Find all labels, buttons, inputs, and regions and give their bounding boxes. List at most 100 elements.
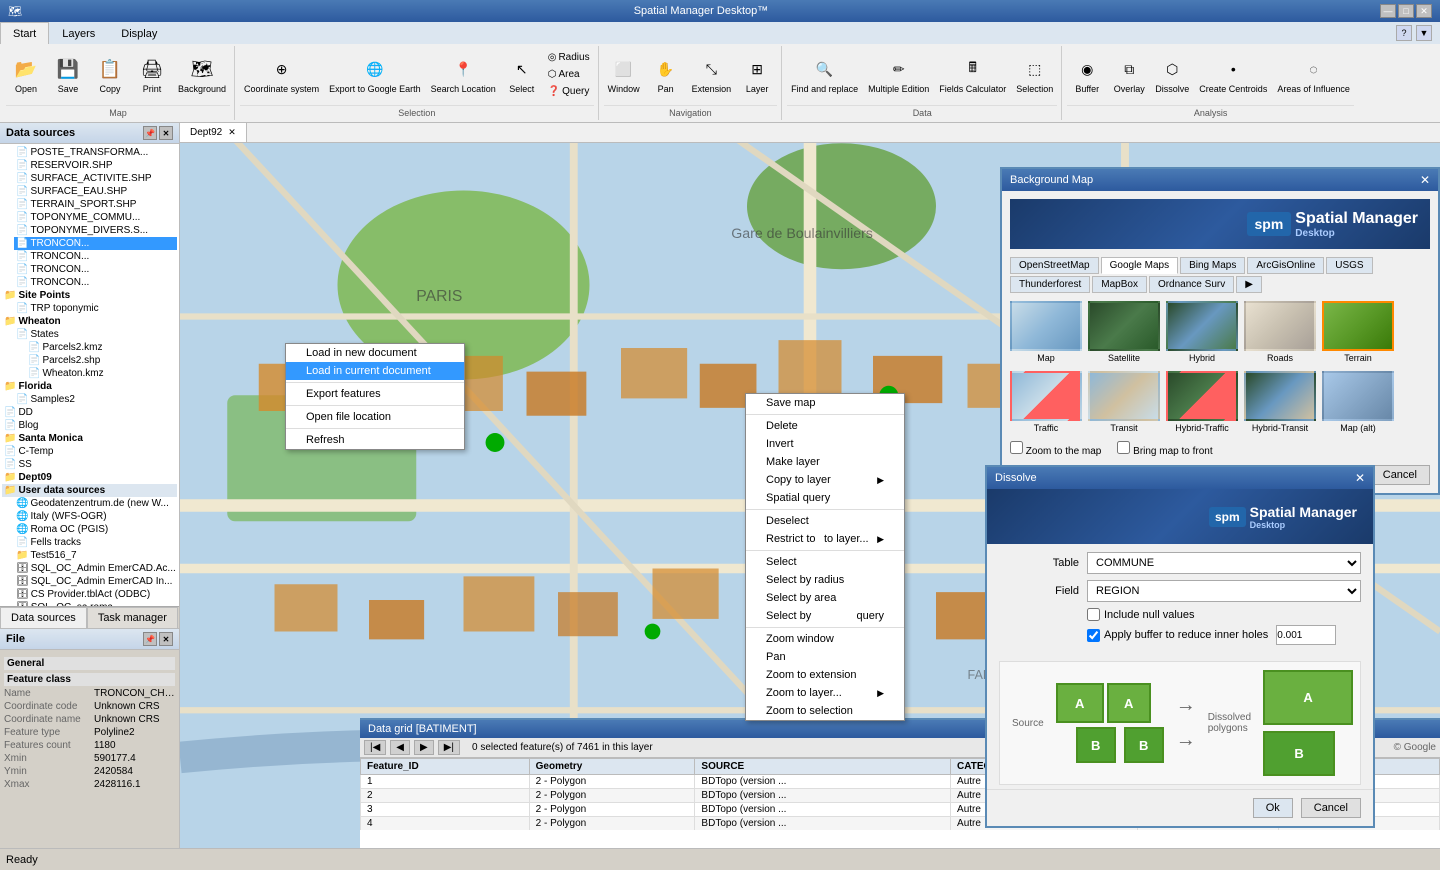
tree-item-surface-eau[interactable]: 📄 SURFACE_EAU.SHP: [14, 185, 177, 198]
tree-item-fells[interactable]: 📄 Fells tracks: [14, 536, 177, 549]
ctx2-zoom-sel[interactable]: Zoom to selection: [746, 702, 904, 720]
apply-buffer-check[interactable]: [1087, 629, 1100, 642]
provider-arcgis[interactable]: ArcGisOnline: [1247, 257, 1324, 274]
coord-sys-button[interactable]: ⊕Coordinate system: [240, 50, 323, 98]
pan-button[interactable]: ✋Pan: [646, 50, 686, 98]
dissolve-cancel[interactable]: Cancel: [1301, 798, 1361, 818]
table-select[interactable]: COMMUNE: [1087, 552, 1361, 574]
thumb-satellite[interactable]: Satellite: [1088, 301, 1160, 363]
tree-item-wheaton[interactable]: 📁 Wheaton: [2, 315, 177, 328]
bg-map-close[interactable]: ✕: [1420, 173, 1430, 187]
query-button[interactable]: ❓ Query: [544, 84, 594, 99]
tree-item-user-data[interactable]: 📁 User data sources: [2, 484, 177, 497]
close-btn[interactable]: ✕: [1416, 4, 1432, 18]
thumb-hybrid[interactable]: Hybrid: [1166, 301, 1238, 363]
include-null-check[interactable]: [1087, 608, 1100, 621]
tree-item-troncon4[interactable]: 📄 TRONCON...: [14, 276, 177, 289]
dissolve-ok[interactable]: Ok: [1253, 798, 1293, 818]
area-button[interactable]: ⬡ Area: [544, 67, 594, 82]
ctx-export[interactable]: Export features: [286, 385, 464, 403]
ctx2-select-query[interactable]: Select by query: [746, 607, 904, 625]
extension-button[interactable]: ⤡Extension: [688, 50, 736, 98]
ctx2-select-radius[interactable]: Select by radius: [746, 571, 904, 589]
thumb-map[interactable]: Map: [1010, 301, 1082, 363]
ctx2-restrict[interactable]: Restrict to to layer... ▶: [746, 530, 904, 548]
centroids-button[interactable]: •Create Centroids: [1195, 50, 1271, 98]
ribbon-help-btn[interactable]: ?: [1396, 25, 1412, 41]
background-button[interactable]: 🗺Background: [174, 50, 230, 98]
ctx2-make-layer[interactable]: Make layer: [746, 453, 904, 471]
tree-item-wheaton-kmz[interactable]: 📄 Wheaton.kmz: [26, 367, 177, 380]
tree-item-dept09[interactable]: 📁 Dept09: [2, 471, 177, 484]
thumb-map-alt[interactable]: Map (alt): [1322, 371, 1394, 433]
datasources-pin-btn[interactable]: 📌: [143, 126, 157, 140]
ctx2-select[interactable]: Select: [746, 553, 904, 571]
ctx2-invert[interactable]: Invert: [746, 435, 904, 453]
dissolve-close[interactable]: ✕: [1355, 471, 1365, 485]
field-select[interactable]: REGION: [1087, 580, 1361, 602]
thumb-terrain[interactable]: Terrain: [1322, 301, 1394, 363]
bring-to-front-label[interactable]: Bring map to front: [1117, 441, 1212, 457]
zoom-to-map-check[interactable]: [1010, 441, 1023, 454]
tree-item-test516[interactable]: 📁 Test516_7: [14, 549, 177, 562]
export-google-button[interactable]: 🌐Export to Google Earth: [325, 50, 425, 98]
tree-item-poste[interactable]: 📄 POSTE_TRANSFORMA...: [14, 146, 177, 159]
radius-button[interactable]: ◎ Radius: [544, 50, 594, 65]
search-loc-button[interactable]: 📍Search Location: [427, 50, 500, 98]
areas-button[interactable]: ◌Areas of Influence: [1273, 50, 1354, 98]
provider-more[interactable]: ▶: [1236, 276, 1262, 293]
provider-osm[interactable]: OpenStreetMap: [1010, 257, 1099, 274]
ctx-load-new[interactable]: Load in new document: [286, 344, 464, 362]
tab-layers[interactable]: Layers: [49, 22, 108, 44]
zoom-to-map-label[interactable]: Zoom to the map: [1010, 441, 1101, 457]
buffer-value-input[interactable]: [1276, 625, 1336, 645]
print-button[interactable]: 🖨Print: [132, 50, 172, 98]
bottom-tab-task-manager[interactable]: Task manager: [87, 607, 178, 628]
ctx-refresh[interactable]: Refresh: [286, 431, 464, 449]
tree-item-toponyme-comm[interactable]: 📄 TOPONYME_COMMU...: [14, 211, 177, 224]
tree-item-geodaten[interactable]: 🌐 Geodatenzentrum.de (new W...: [14, 497, 177, 510]
tree-item-santa-monica[interactable]: 📁 Santa Monica: [2, 432, 177, 445]
fields-calc-button[interactable]: 🖩Fields Calculator: [935, 50, 1010, 98]
bottom-tab-data-sources[interactable]: Data sources: [0, 607, 87, 628]
ctx2-zoom-layer[interactable]: Zoom to layer... ▶: [746, 684, 904, 702]
bring-to-front-check[interactable]: [1117, 441, 1130, 454]
ctx-load-current[interactable]: Load in current document: [286, 362, 464, 380]
thumb-hybrid-traffic[interactable]: Hybrid-Traffic: [1166, 371, 1238, 433]
copy-button[interactable]: 📋Copy: [90, 50, 130, 98]
multi-edit-button[interactable]: ✏Multiple Edition: [864, 50, 933, 98]
tree-item-sql-cs[interactable]: 🗄 CS Provider.tblAct (ODBC): [14, 588, 177, 601]
file-panel-close[interactable]: ✕: [159, 632, 173, 646]
map-tab-close[interactable]: ✕: [228, 127, 236, 138]
datasources-close-btn[interactable]: ✕: [159, 126, 173, 140]
thumb-hybrid-transit[interactable]: Hybrid-Transit: [1244, 371, 1316, 433]
tree-item-troncon2[interactable]: 📄 TRONCON...: [14, 250, 177, 263]
tree-item-states[interactable]: 📄 States: [14, 328, 177, 341]
ctx2-save-map[interactable]: Save map: [746, 394, 904, 412]
ctx2-zoom-window[interactable]: Zoom window: [746, 630, 904, 648]
select-button[interactable]: ↖Select: [502, 50, 542, 98]
tree-item-italy[interactable]: 🌐 Italy (WFS-OGR): [14, 510, 177, 523]
ctx2-spatial-query[interactable]: Spatial query: [746, 489, 904, 507]
tree-item-site-points[interactable]: 📁 Site Points: [2, 289, 177, 302]
tree-item-trp[interactable]: 📄 TRP toponymic: [14, 302, 177, 315]
tab-display[interactable]: Display: [108, 22, 170, 44]
open-button[interactable]: 📂Open: [6, 50, 46, 98]
grid-last[interactable]: ▶|: [438, 740, 460, 755]
ctx2-select-area[interactable]: Select by area: [746, 589, 904, 607]
tree-item-c-temp[interactable]: 📄 C-Temp: [2, 445, 177, 458]
tree-item-parcels2shp[interactable]: 📄 Parcels2.shp: [26, 354, 177, 367]
ctx2-pan[interactable]: Pan: [746, 648, 904, 666]
save-button[interactable]: 💾Save: [48, 50, 88, 98]
tree-item-samples2[interactable]: 📄 Samples2: [14, 393, 177, 406]
layer-button[interactable]: ⊞Layer: [737, 50, 777, 98]
buffer-button[interactable]: ◉Buffer: [1067, 50, 1107, 98]
tab-start[interactable]: Start: [0, 22, 49, 44]
thumb-transit[interactable]: Transit: [1088, 371, 1160, 433]
window-button[interactable]: ⬜Window: [604, 50, 644, 98]
tree-item-ss[interactable]: 📄 SS: [2, 458, 177, 471]
provider-thunderforest[interactable]: Thunderforest: [1010, 276, 1090, 293]
tree-item-troncon3[interactable]: 📄 TRONCON...: [14, 263, 177, 276]
ctx2-zoom-ext[interactable]: Zoom to extension: [746, 666, 904, 684]
provider-ordnance[interactable]: Ordnance Surv: [1149, 276, 1234, 293]
